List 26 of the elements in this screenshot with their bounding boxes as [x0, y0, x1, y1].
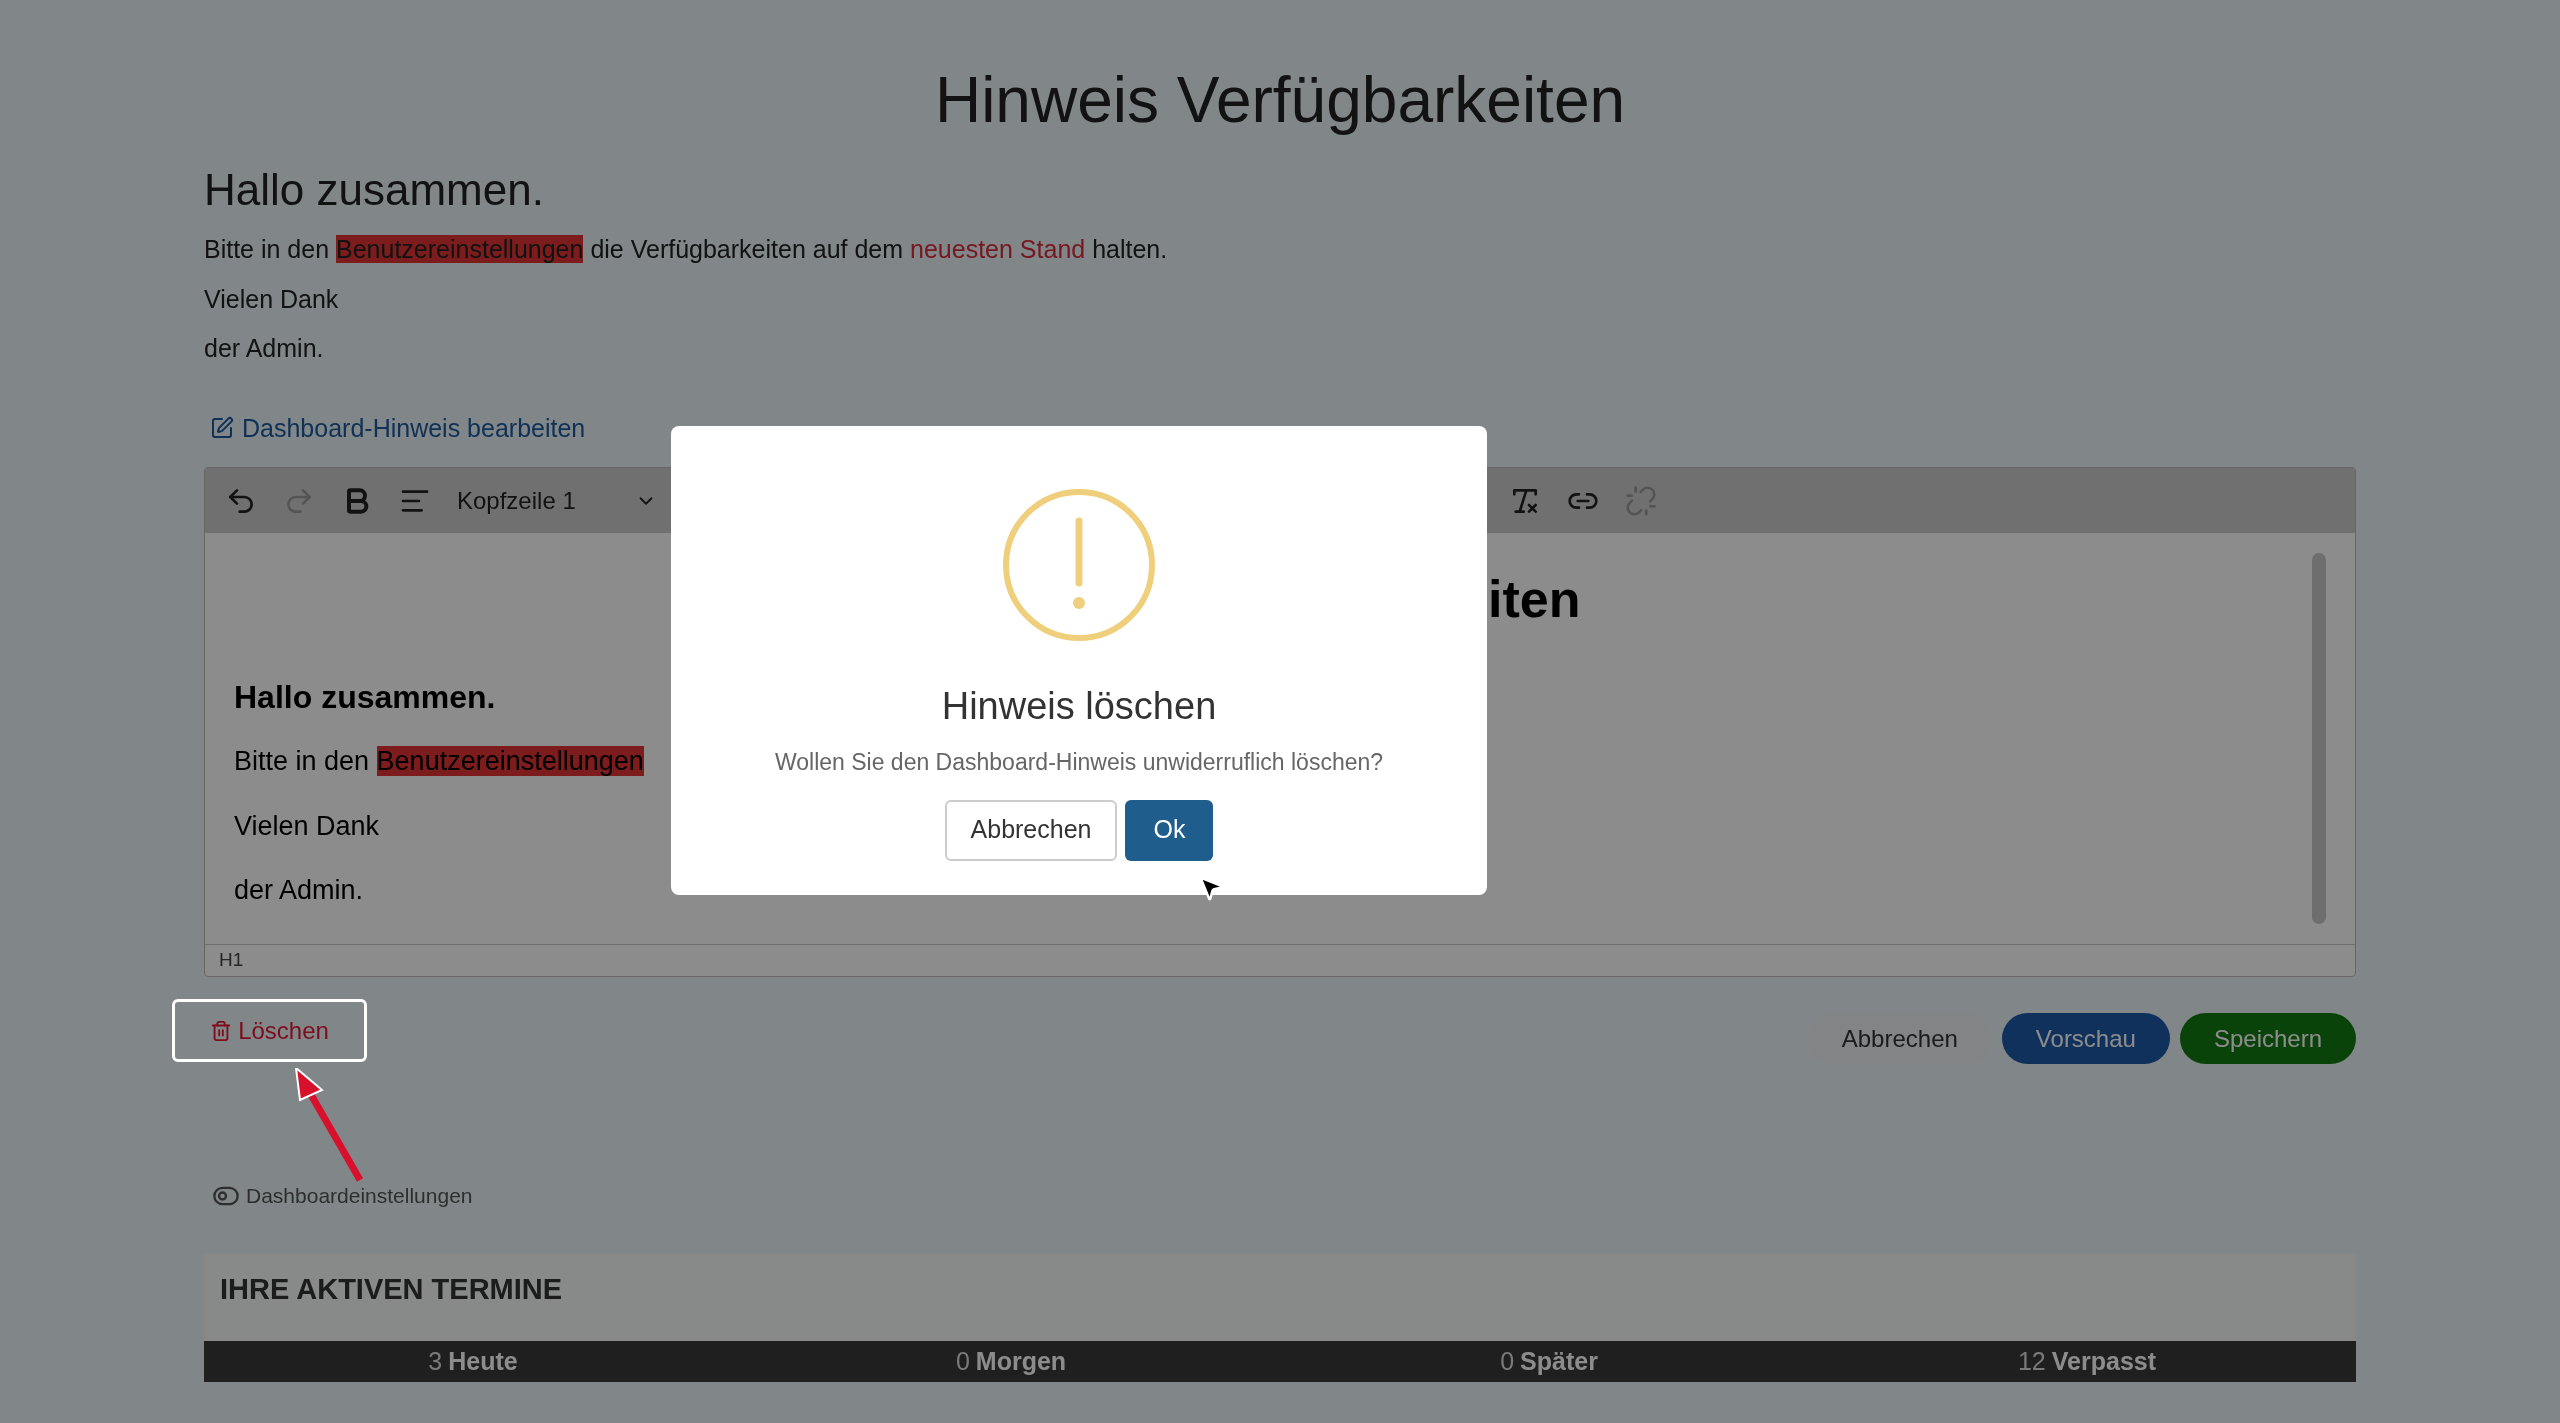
editor-statusbar: H1: [205, 944, 2355, 976]
dialog-title: Hinweis löschen: [941, 684, 1217, 729]
block-format-select[interactable]: Kopfzeile 1: [457, 482, 657, 519]
cancel-button[interactable]: Abbrechen: [944, 799, 1118, 861]
edit-notice-link[interactable]: Dashboard-Hinweis bearbeiten: [210, 409, 586, 447]
dialog-message: Wollen Sie den Dashboard-Hinweis unwiderruflich löschen?: [774, 748, 1384, 777]
dashboard-settings-link[interactable]: Dashboardeinstellungen: [212, 1180, 473, 1212]
notice-heading: Hallo zusammen.: [204, 164, 545, 216]
delete-button[interactable]: Löschen: [172, 999, 367, 1062]
notice-text: Bitte in den Benutzereinstellungen die Verfügbarkeiten auf dem neuesten Stand halten.: [204, 234, 1169, 265]
ok-button[interactable]: Ok: [1125, 799, 1214, 861]
appointments-tab[interactable]: 0 Später: [1280, 1341, 1818, 1382]
action-button[interactable]: Speichern: [2179, 1013, 2356, 1064]
appointments-tab[interactable]: 3 Heute: [204, 1341, 742, 1382]
editor-text: Vielen Dank: [234, 809, 380, 843]
editor-text: der Admin.: [234, 874, 364, 907]
action-button[interactable]: Abbrechen: [1807, 1013, 1992, 1064]
appointments-tab[interactable]: 0 Morgen: [742, 1341, 1280, 1382]
editor-text: Bitte in den Benutzereinstellungen: [234, 745, 644, 778]
editor-heading: iten: [1488, 573, 1582, 625]
notice-text: Vielen Dank: [204, 283, 340, 315]
appointments-title: IHRE AKTIVEN TERMINE: [219, 1271, 564, 1307]
notice-text: der Admin.: [204, 333, 325, 364]
appointments-tab[interactable]: 12 Verpasst: [1818, 1341, 2356, 1382]
action-button[interactable]: Vorschau: [2001, 1013, 2170, 1064]
editor-subheading: Hallo zusammen.: [234, 678, 496, 717]
